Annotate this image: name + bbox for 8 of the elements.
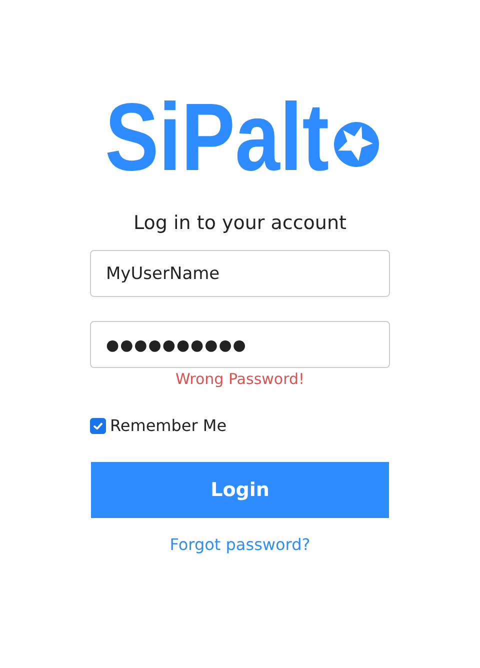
error-message: Wrong Password! bbox=[175, 370, 305, 388]
logo-text: SiPalt bbox=[105, 90, 330, 186]
checkbox-label: Remember Me bbox=[110, 416, 227, 435]
username-field[interactable]: MyUserName bbox=[90, 250, 390, 297]
password-field[interactable]: ●●●●●●●●●● bbox=[90, 321, 390, 368]
star-circle-icon bbox=[334, 122, 379, 167]
heading: Log in to your account bbox=[134, 212, 346, 234]
checkbox[interactable] bbox=[90, 418, 106, 434]
